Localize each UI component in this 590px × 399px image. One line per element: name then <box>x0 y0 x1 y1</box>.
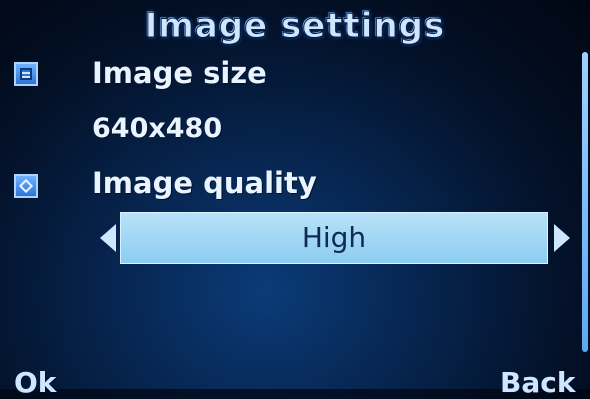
ok-softkey[interactable]: Ok <box>14 366 56 399</box>
arrow-right-icon[interactable] <box>554 224 570 252</box>
image-quality-label[interactable]: Image quality <box>92 166 317 200</box>
scrollbar[interactable] <box>582 52 588 352</box>
image-size-value[interactable]: 640x480 <box>92 113 222 144</box>
image-size-label[interactable]: Image size <box>92 56 267 90</box>
image-size-icon <box>14 62 38 86</box>
image-quality-icon <box>14 174 38 198</box>
arrow-left-icon[interactable] <box>100 224 116 252</box>
image-quality-selector[interactable]: High <box>120 212 548 264</box>
page-title: Image settings <box>144 6 446 47</box>
back-softkey[interactable]: Back <box>500 366 575 399</box>
image-settings-screen: Image settings Image size 640x480 Image … <box>0 0 590 399</box>
